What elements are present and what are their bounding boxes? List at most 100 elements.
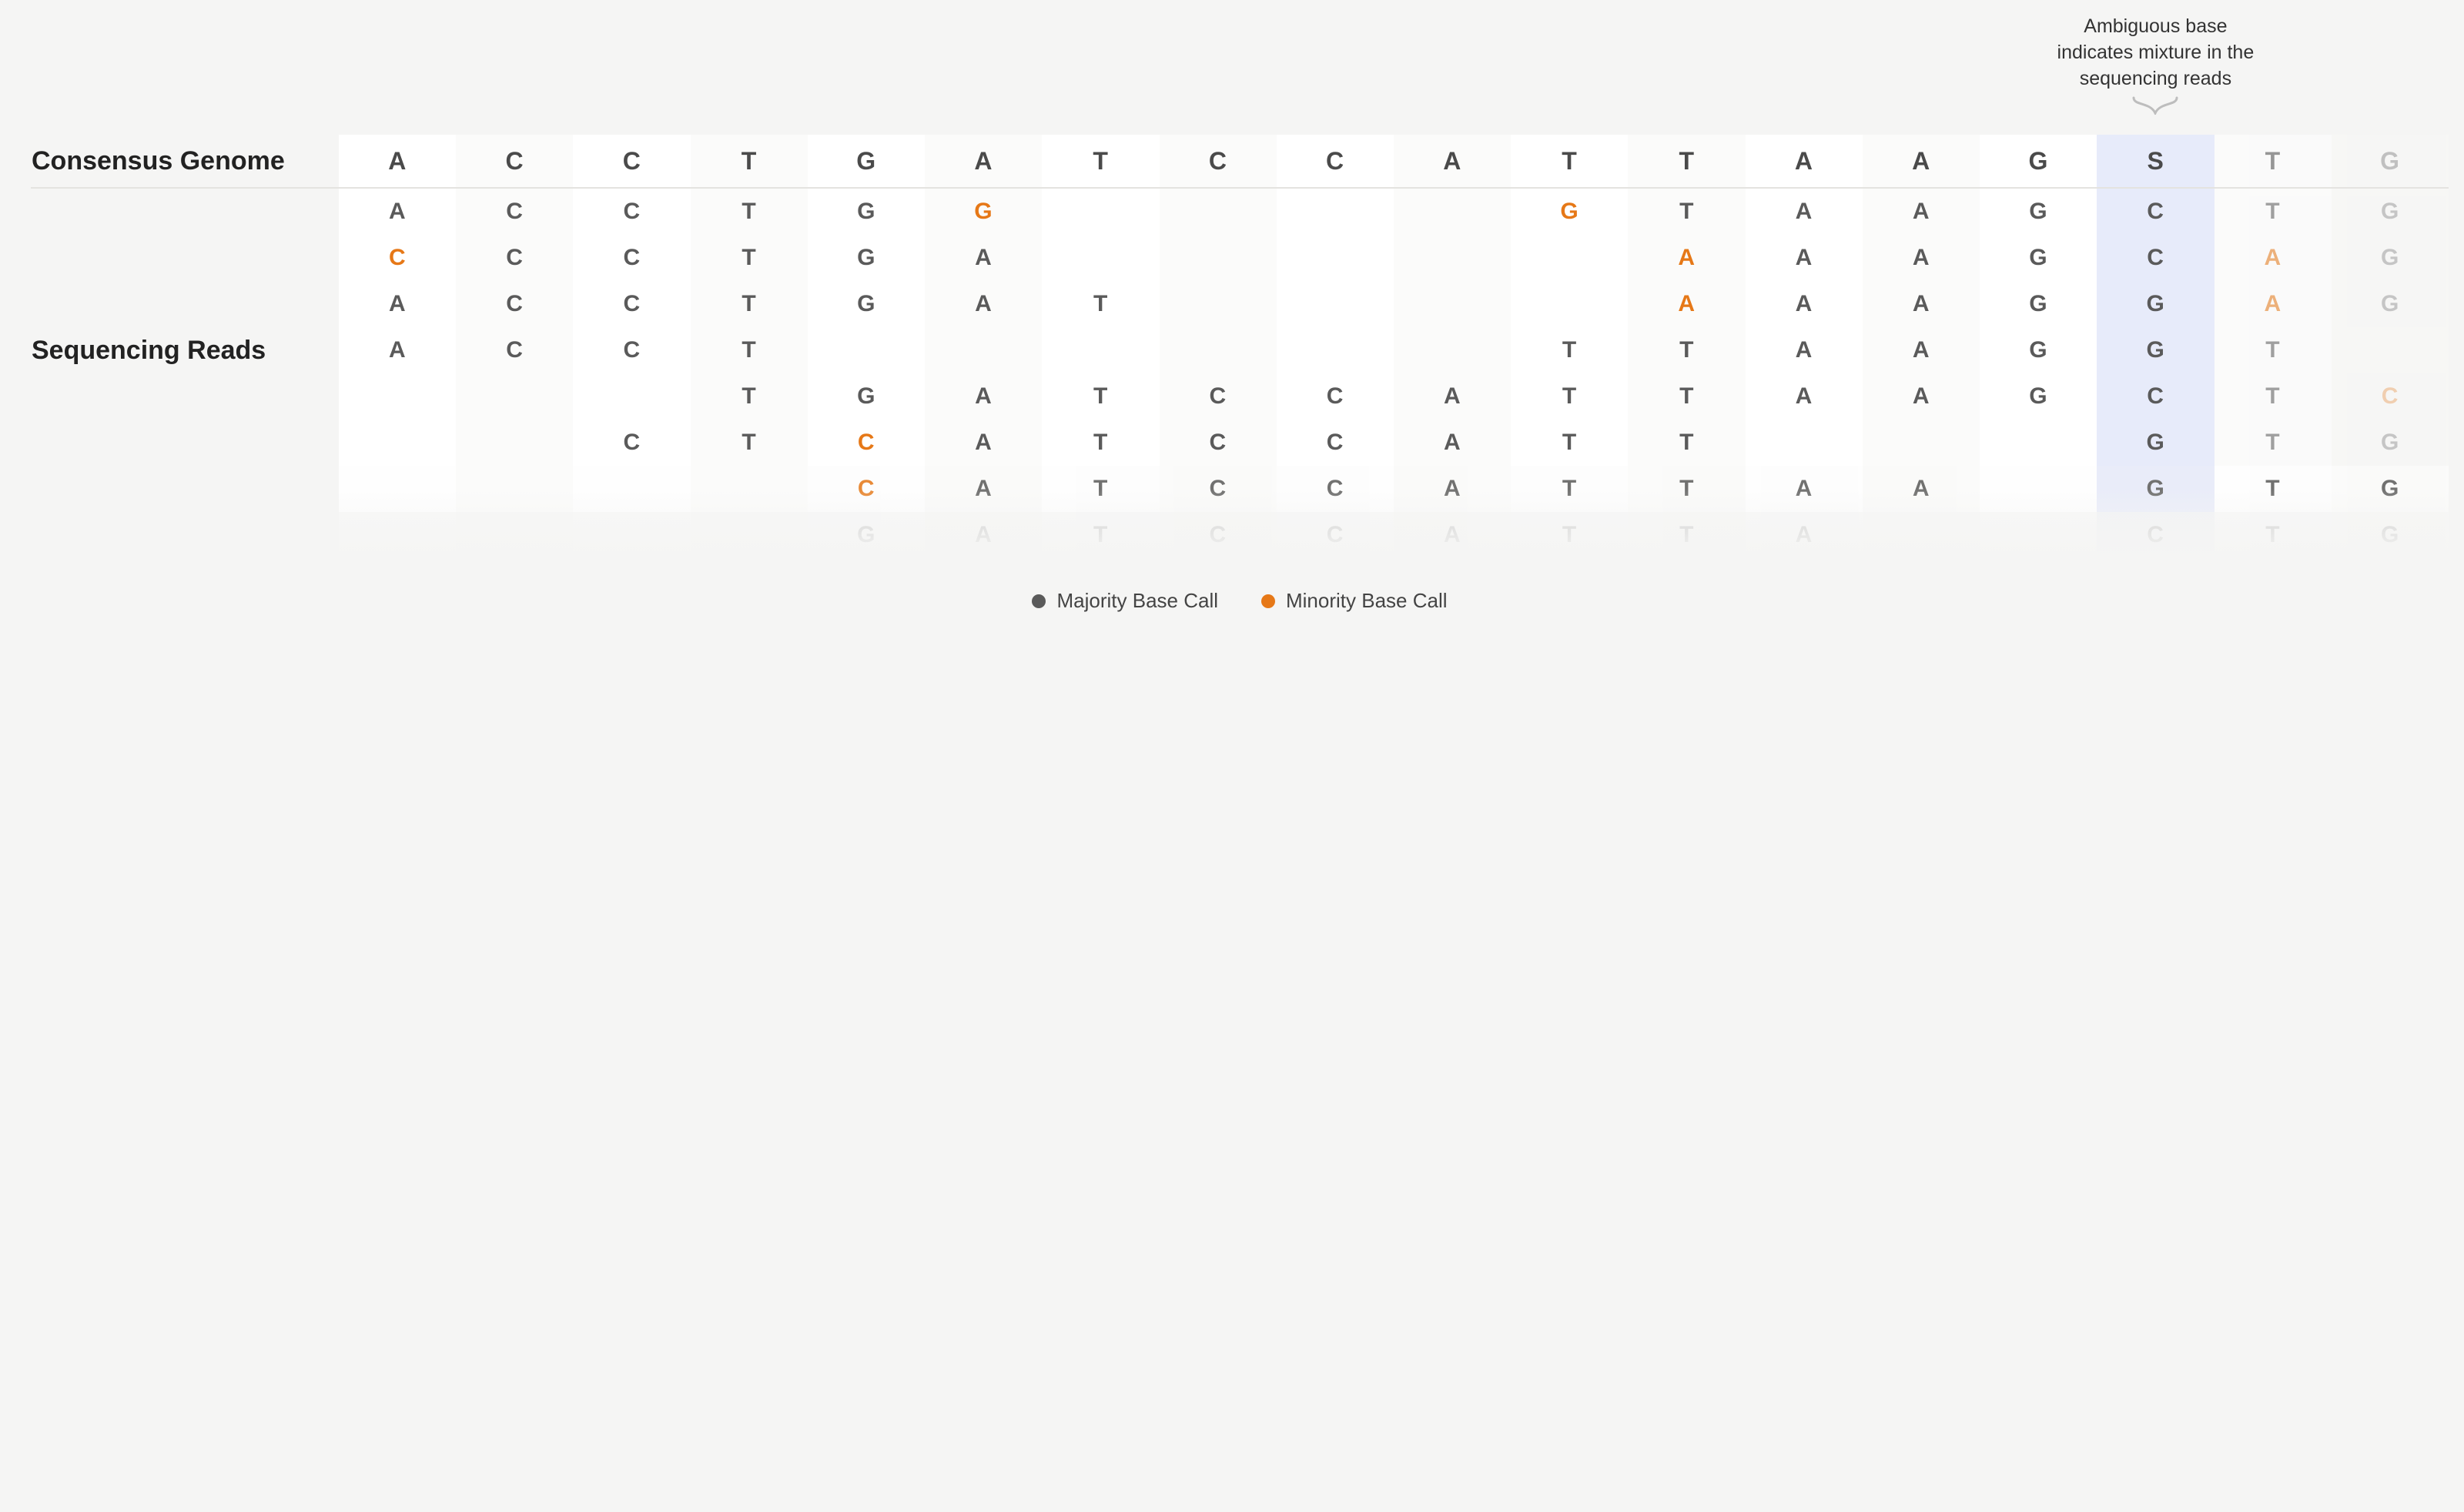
read-base: C <box>1277 420 1394 466</box>
read-base: C <box>1277 466 1394 512</box>
read-base: G <box>2332 189 2449 235</box>
read-base <box>1160 281 1277 327</box>
read-base: C <box>1277 512 1394 558</box>
read-base: T <box>691 420 808 466</box>
read-base <box>456 420 573 466</box>
read-base <box>339 512 456 558</box>
consensus-base: C <box>1160 135 1277 187</box>
read-base: T <box>691 281 808 327</box>
consensus-base: C <box>573 135 690 187</box>
read-base: C <box>1160 466 1277 512</box>
read-base: A <box>925 281 1042 327</box>
read-base: T <box>2215 189 2332 235</box>
diagram-container: Ambiguous base indicates mixture in the … <box>0 0 2464 644</box>
annotation-line: indicates mixture in the <box>2057 42 2255 63</box>
read-base <box>1394 327 1511 373</box>
consensus-base: A <box>1394 135 1511 187</box>
consensus-base: G <box>1980 135 2097 187</box>
read-base <box>1277 235 1394 281</box>
read-base: G <box>808 281 925 327</box>
consensus-base: A <box>925 135 1042 187</box>
read-base: T <box>1042 466 1159 512</box>
read-base <box>1394 281 1511 327</box>
read-base: A <box>1863 373 1980 420</box>
read-base <box>1042 189 1159 235</box>
alignment-grid: Consensus GenomeACCTGATCCATTAAGSTGACCTGG… <box>31 135 2449 558</box>
read-base: A <box>1746 466 1863 512</box>
read-base: T <box>2215 512 2332 558</box>
read-base: T <box>1628 327 1745 373</box>
read-base: A <box>1394 420 1511 466</box>
read-base <box>1277 327 1394 373</box>
read-base <box>1042 235 1159 281</box>
read-base <box>456 466 573 512</box>
read-base: A <box>339 281 456 327</box>
read-base: C <box>573 235 690 281</box>
read-base: G <box>925 189 1042 235</box>
read-base <box>1511 281 1628 327</box>
read-base: G <box>1980 373 2097 420</box>
read-base: A <box>1628 235 1745 281</box>
read-base: C <box>1160 512 1277 558</box>
consensus-base: T <box>2215 135 2332 187</box>
legend-item-minority: Minority Base Call <box>1261 589 1448 613</box>
read-base: T <box>691 327 808 373</box>
read-base: A <box>1863 466 1980 512</box>
read-base: G <box>1980 281 2097 327</box>
read-base: A <box>1863 281 1980 327</box>
read-base: C <box>573 420 690 466</box>
read-base: C <box>573 327 690 373</box>
consensus-base: T <box>1042 135 1159 187</box>
consensus-base: T <box>1628 135 1745 187</box>
read-base <box>573 373 690 420</box>
read-base <box>1863 512 1980 558</box>
read-base: T <box>2215 466 2332 512</box>
reads-label: Sequencing Reads <box>31 327 339 373</box>
read-base: C <box>339 235 456 281</box>
read-base: T <box>1042 420 1159 466</box>
consensus-base: T <box>691 135 808 187</box>
read-base: A <box>1746 327 1863 373</box>
read-base: G <box>1980 189 2097 235</box>
reads-label <box>31 420 339 466</box>
read-base: A <box>1746 235 1863 281</box>
read-base: C <box>1277 373 1394 420</box>
read-base: T <box>1511 512 1628 558</box>
read-base: G <box>2332 512 2449 558</box>
consensus-base: A <box>339 135 456 187</box>
read-base: G <box>2332 420 2449 466</box>
read-base <box>1277 281 1394 327</box>
read-base: C <box>456 327 573 373</box>
read-base <box>339 420 456 466</box>
read-base: T <box>1511 373 1628 420</box>
read-base: A <box>2215 235 2332 281</box>
read-base: A <box>1863 189 1980 235</box>
read-base: T <box>2215 327 2332 373</box>
read-base: G <box>2097 466 2214 512</box>
consensus-base: T <box>1511 135 1628 187</box>
read-base <box>1042 327 1159 373</box>
legend-label: Minority Base Call <box>1286 589 1448 613</box>
read-base: C <box>808 420 925 466</box>
read-base <box>1160 235 1277 281</box>
read-base: G <box>2332 466 2449 512</box>
read-base <box>1277 189 1394 235</box>
read-base <box>573 466 690 512</box>
reads-label <box>31 189 339 235</box>
consensus-base: S <box>2097 135 2214 187</box>
read-base: G <box>2332 235 2449 281</box>
read-base: G <box>808 373 925 420</box>
read-base: A <box>1394 512 1511 558</box>
consensus-base: C <box>1277 135 1394 187</box>
read-base: T <box>691 235 808 281</box>
read-base: C <box>1160 420 1277 466</box>
read-base: G <box>808 512 925 558</box>
read-base <box>1746 420 1863 466</box>
read-base <box>1160 327 1277 373</box>
read-base: A <box>339 189 456 235</box>
reads-label <box>31 512 339 558</box>
read-base: G <box>1511 189 1628 235</box>
read-base <box>808 327 925 373</box>
read-base <box>1394 235 1511 281</box>
read-base: A <box>1394 466 1511 512</box>
